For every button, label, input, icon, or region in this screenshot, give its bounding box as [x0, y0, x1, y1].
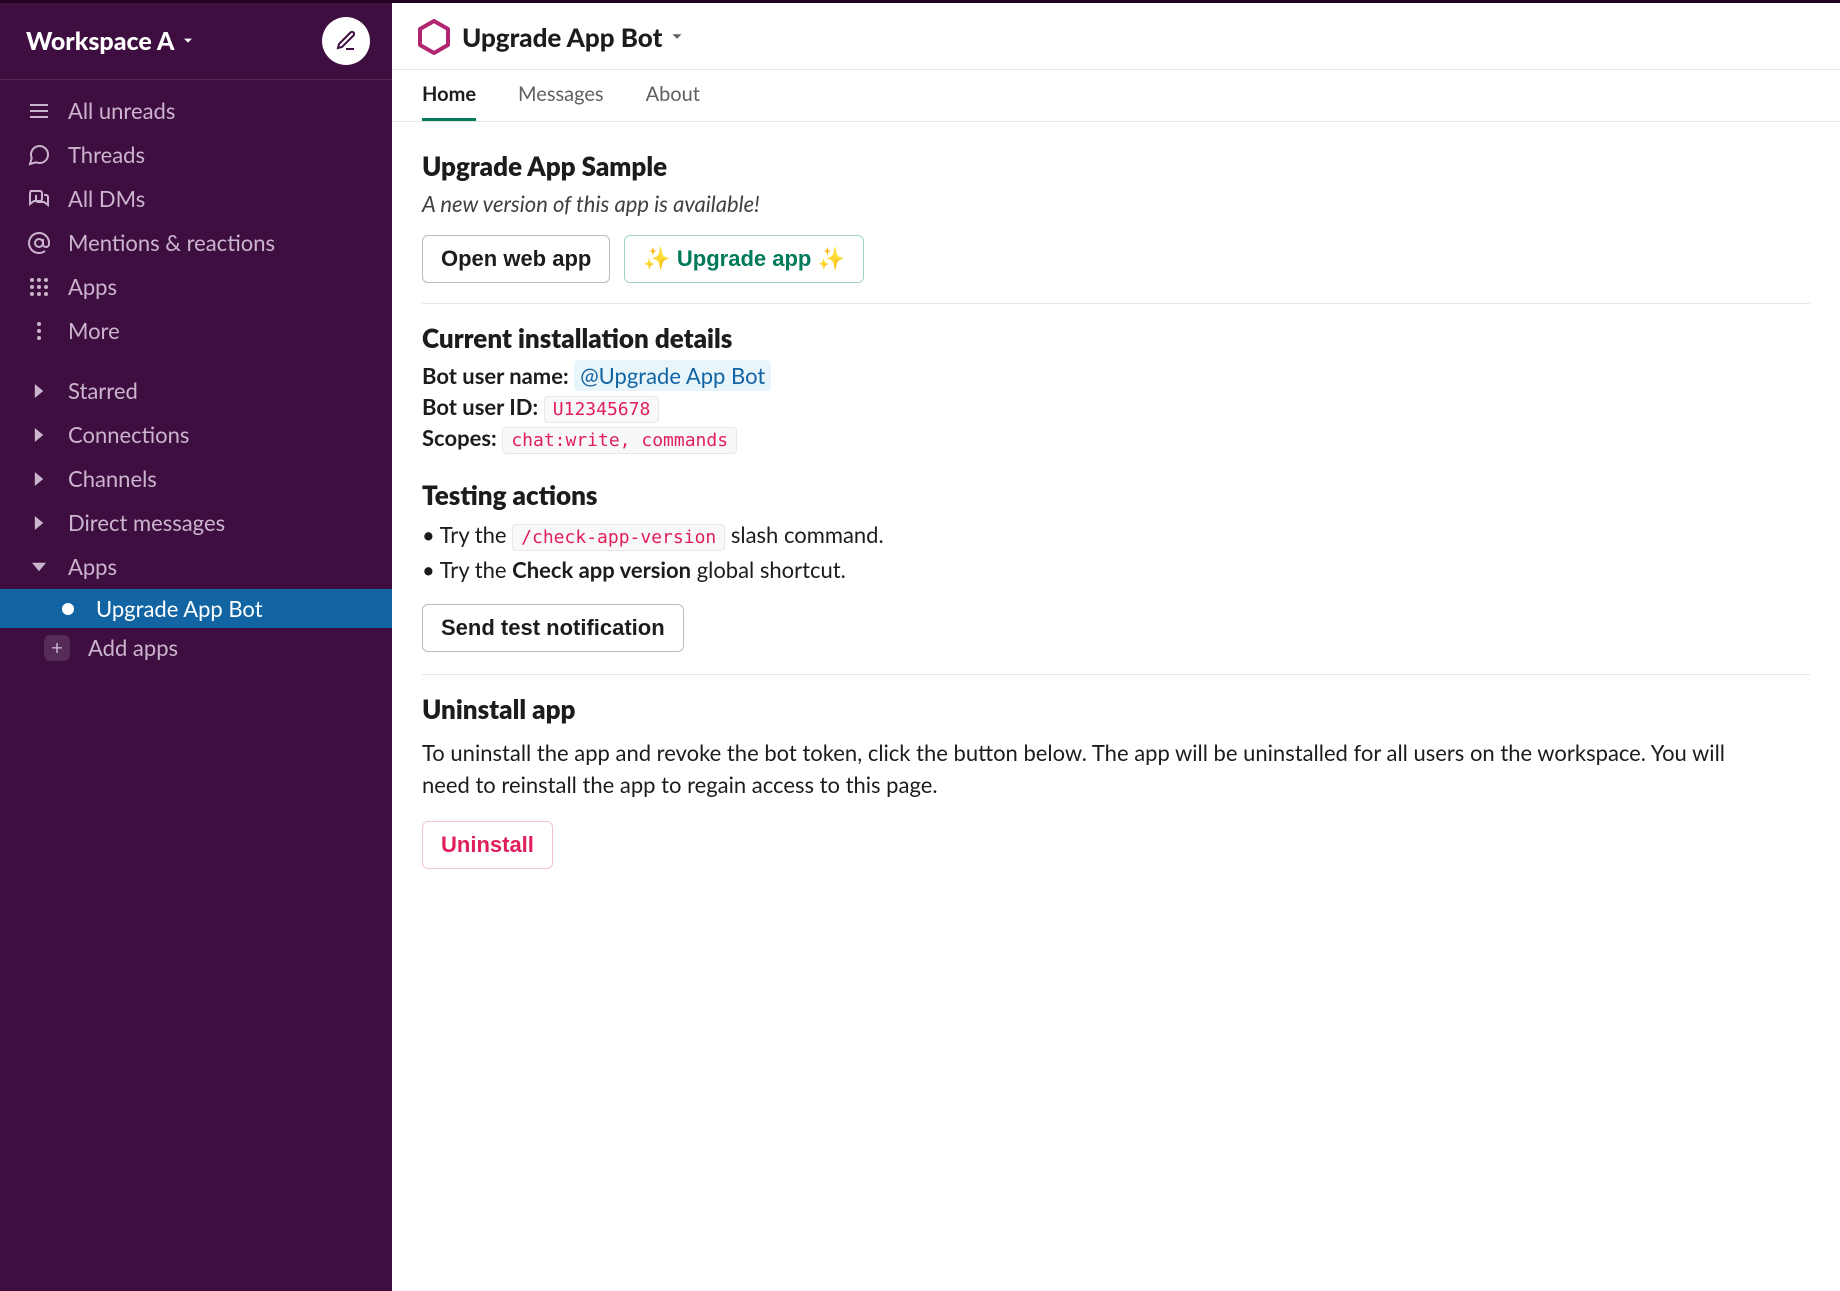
- sidebar-threads[interactable]: Threads: [0, 133, 392, 177]
- bot-id-label: Bot user ID:: [422, 393, 538, 420]
- sidebar-section-connections[interactable]: Connections: [0, 413, 392, 457]
- caret-right-icon: [26, 384, 52, 398]
- bot-id-value: U12345678: [544, 396, 660, 423]
- chevron-down-icon: [180, 33, 196, 49]
- testing-heading: Testing actions: [422, 479, 1810, 511]
- caret-right-icon: [26, 516, 52, 530]
- sidebar-mentions[interactable]: Mentions & reactions: [0, 221, 392, 265]
- channel-header: Upgrade App Bot: [392, 3, 1840, 70]
- chevron-down-icon: [668, 28, 686, 46]
- uninstall-body: To uninstall the app and revoke the bot …: [422, 737, 1762, 801]
- tab-messages[interactable]: Messages: [518, 82, 604, 121]
- testing-line-1: Try the /check-app-version slash command…: [422, 519, 1810, 554]
- workspace-name: Workspace A: [26, 26, 174, 56]
- sparkle-icon: ✨: [643, 246, 670, 271]
- send-test-notification-button[interactable]: Send test notification: [422, 604, 684, 652]
- sidebar-item-label: All unreads: [68, 95, 175, 127]
- uninstall-heading: Uninstall app: [422, 693, 1810, 725]
- bot-name-mention[interactable]: @Upgrade App Bot: [574, 360, 771, 391]
- sidebar-item-label: Upgrade App Bot: [96, 595, 263, 622]
- sidebar-section-apps[interactable]: Apps: [0, 545, 392, 589]
- sidebar-item-label: All DMs: [68, 183, 145, 215]
- sidebar-section-label: Starred: [68, 375, 138, 407]
- sidebar-more[interactable]: More: [0, 309, 392, 353]
- scopes-label: Scopes:: [422, 424, 497, 451]
- app-logo-icon: [416, 19, 452, 55]
- workspace-header: Workspace A: [0, 3, 392, 79]
- apps-icon: [26, 274, 52, 300]
- upgrade-app-button[interactable]: ✨ Upgrade app ✨: [624, 235, 864, 283]
- sidebar-section-starred[interactable]: Starred: [0, 369, 392, 413]
- bot-name-row: Bot user name: @Upgrade App Bot: [422, 362, 1810, 389]
- threads-icon: [26, 142, 52, 168]
- main-panel: Upgrade App Bot Home Messages About Upgr…: [392, 3, 1840, 1291]
- more-icon: [26, 318, 52, 344]
- sidebar: Workspace A All unreads Threads All D: [0, 3, 392, 1291]
- hero-subtitle: A new version of this app is available!: [422, 190, 1810, 217]
- testing-line-2: Try the Check app version global shortcu…: [422, 554, 1810, 586]
- bot-id-row: Bot user ID: U12345678: [422, 393, 1810, 420]
- compose-button[interactable]: [322, 17, 370, 65]
- install-heading: Current installation details: [422, 322, 1810, 354]
- sidebar-item-label: Add apps: [88, 634, 178, 661]
- sidebar-apps[interactable]: Apps: [0, 265, 392, 309]
- sidebar-item-label: Threads: [68, 139, 145, 171]
- sidebar-section-label: Connections: [68, 419, 189, 451]
- sidebar-section-label: Channels: [68, 463, 157, 495]
- divider: [422, 303, 1810, 304]
- home-tab-content: Upgrade App Sample A new version of this…: [392, 122, 1840, 909]
- workspace-switcher[interactable]: Workspace A: [26, 26, 196, 56]
- scopes-row: Scopes: chat:write, commands: [422, 424, 1810, 451]
- menu-icon: [26, 98, 52, 124]
- app-tabs: Home Messages About: [392, 70, 1840, 122]
- presence-dot-icon: [62, 603, 74, 615]
- hero-title: Upgrade App Sample: [422, 150, 1810, 182]
- sidebar-section-dms[interactable]: Direct messages: [0, 501, 392, 545]
- sidebar-item-label: Apps: [68, 271, 117, 303]
- compose-icon: [334, 29, 358, 53]
- sidebar-app-upgrade-bot[interactable]: Upgrade App Bot: [0, 589, 392, 628]
- plus-icon: +: [44, 635, 70, 661]
- scopes-value: chat:write, commands: [502, 427, 737, 454]
- shortcut-name: Check app version: [512, 556, 691, 583]
- sidebar-item-label: Mentions & reactions: [68, 227, 275, 259]
- dm-icon: [26, 186, 52, 212]
- channel-title-button[interactable]: Upgrade App Bot: [462, 21, 686, 53]
- bot-name-label: Bot user name:: [422, 362, 569, 389]
- sidebar-section-label: Apps: [68, 551, 117, 583]
- sidebar-section-label: Direct messages: [68, 507, 225, 539]
- caret-down-icon: [26, 560, 52, 574]
- sidebar-item-label: More: [68, 315, 120, 347]
- caret-right-icon: [26, 472, 52, 486]
- tab-about[interactable]: About: [646, 82, 700, 121]
- channel-title: Upgrade App Bot: [462, 21, 662, 53]
- sidebar-section-channels[interactable]: Channels: [0, 457, 392, 501]
- sidebar-all-dms[interactable]: All DMs: [0, 177, 392, 221]
- at-icon: [26, 230, 52, 256]
- caret-right-icon: [26, 428, 52, 442]
- sidebar-all-unreads[interactable]: All unreads: [0, 89, 392, 133]
- slash-command-code: /check-app-version: [512, 524, 725, 551]
- open-web-app-button[interactable]: Open web app: [422, 235, 610, 283]
- sparkle-icon: ✨: [817, 246, 844, 271]
- divider: [422, 674, 1810, 675]
- tab-home[interactable]: Home: [422, 82, 476, 121]
- sidebar-add-apps[interactable]: + Add apps: [0, 628, 392, 667]
- uninstall-button[interactable]: Uninstall: [422, 821, 553, 869]
